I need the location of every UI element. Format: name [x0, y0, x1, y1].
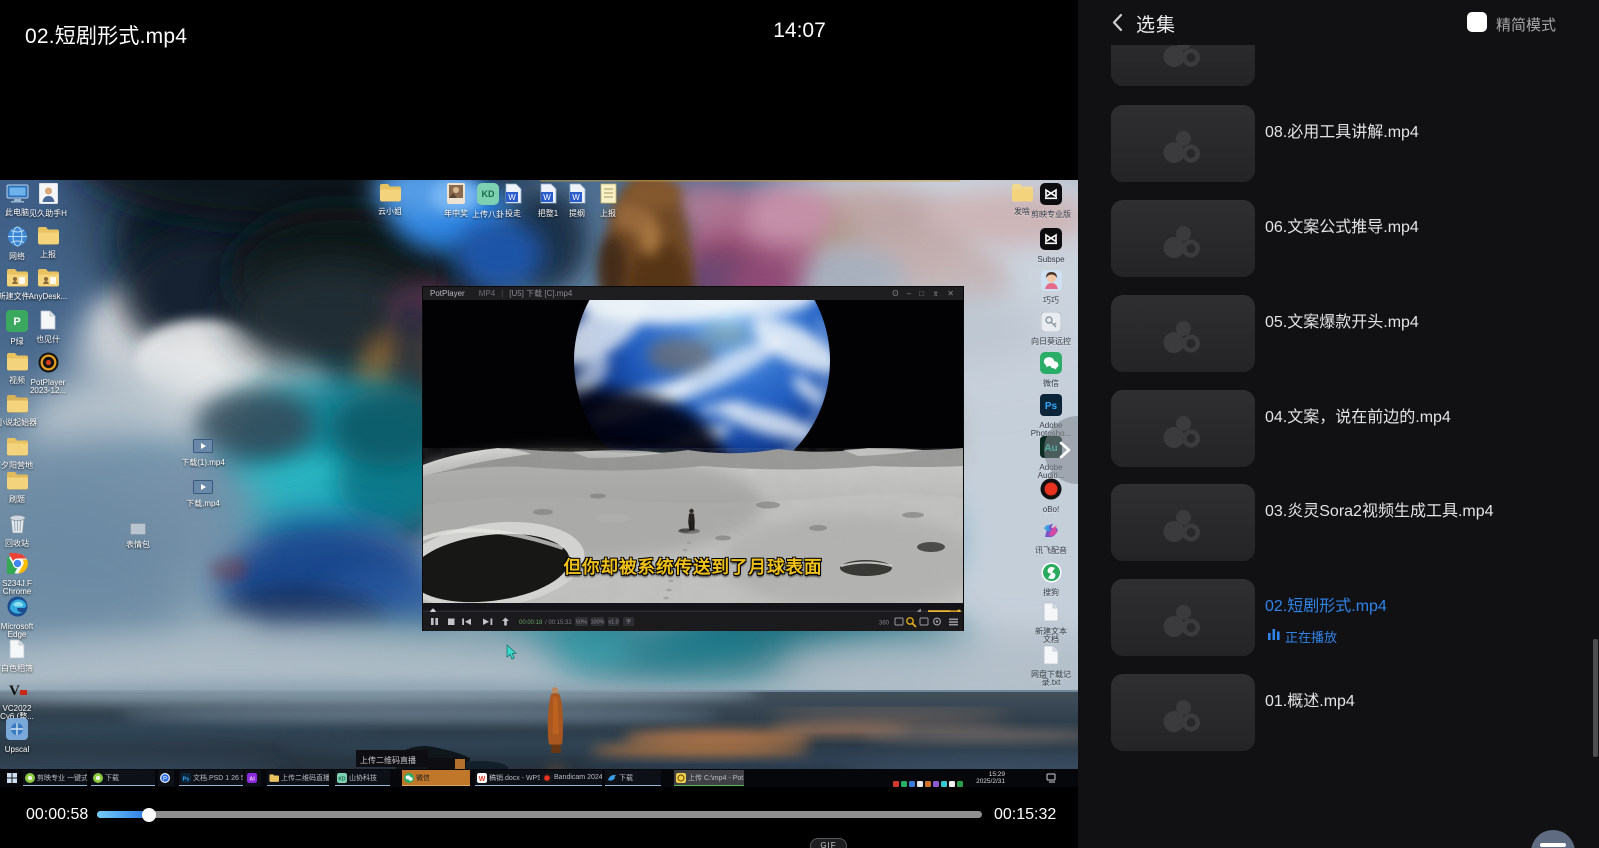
- svg-text:W: W: [572, 193, 580, 202]
- svg-text:00:00:18: 00:00:18: [519, 620, 543, 626]
- svg-text:360: 360: [879, 621, 890, 627]
- svg-text:字: 字: [626, 618, 632, 626]
- svg-text:W: W: [508, 193, 516, 202]
- svg-text:P: P: [163, 776, 167, 782]
- svg-text:/ 00:15:32: / 00:15:32: [545, 620, 572, 626]
- svg-text:W: W: [479, 776, 486, 783]
- svg-text:50%: 50%: [576, 620, 587, 626]
- svg-text:P: P: [13, 316, 20, 328]
- svg-text:V: V: [9, 683, 20, 699]
- svg-text:AI: AI: [249, 777, 255, 783]
- svg-text:x1.0: x1.0: [608, 620, 618, 626]
- svg-text:Ps: Ps: [1045, 401, 1058, 412]
- svg-text:Ps: Ps: [183, 776, 190, 782]
- svg-text:W: W: [543, 193, 551, 202]
- svg-text:KD: KD: [338, 776, 346, 782]
- svg-text:100%: 100%: [590, 620, 604, 626]
